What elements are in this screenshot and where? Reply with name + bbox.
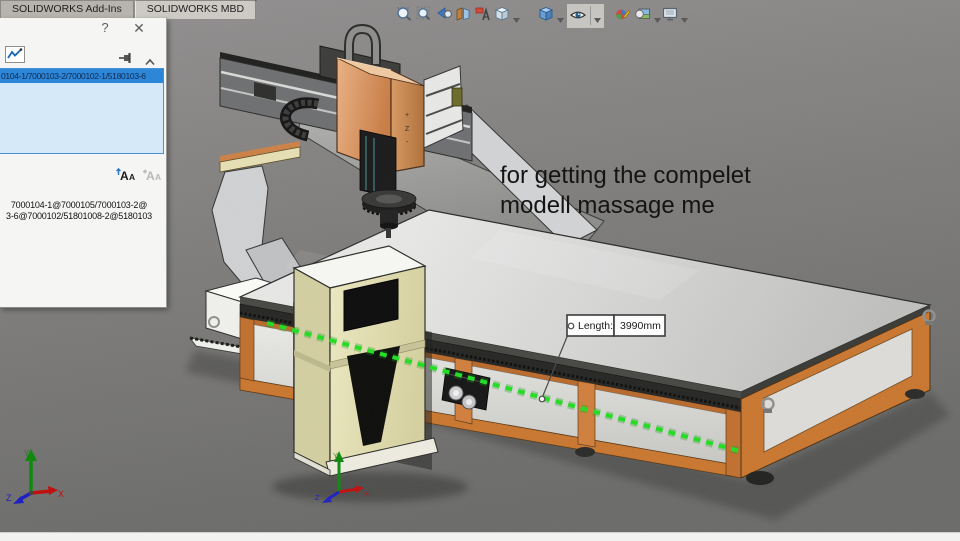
- svg-text:Length:: Length:: [578, 320, 613, 332]
- svg-text:Z: Z: [6, 493, 12, 503]
- zoom-to-area-button[interactable]: [415, 5, 435, 25]
- font-decrease-icon: A A: [140, 166, 162, 188]
- tab-solidworks-mbd[interactable]: SOLIDWORKS MBD: [134, 0, 257, 19]
- commandmanager-tabs: SOLIDWORKS Add-Ins SOLIDWORKS MBD: [0, 0, 257, 19]
- selection-list-item[interactable]: 0104-1/7000103-2/7000102-1/5180103-6: [0, 69, 163, 83]
- view-orientation-button[interactable]: [493, 5, 513, 25]
- annotation-views-button[interactable]: [474, 5, 494, 25]
- solidworks-window: + Z - Y X Z for getting the compelet mod…: [0, 0, 960, 541]
- help-button[interactable]: ?: [96, 20, 114, 35]
- svg-text:3990mm: 3990mm: [620, 320, 661, 332]
- hide-show-items-dropdown-icon[interactable]: [593, 12, 602, 23]
- svg-text:modell massage me: modell massage me: [500, 192, 715, 219]
- hide-show-items-button[interactable]: [569, 6, 589, 26]
- view-orientation-dropdown-icon[interactable]: [512, 12, 521, 23]
- svg-text:A: A: [146, 169, 155, 183]
- svg-text:for getting the compelet: for getting the compelet: [500, 162, 751, 189]
- display-style-dropdown-icon[interactable]: [556, 12, 565, 23]
- selection-listbox[interactable]: 0104-1/7000103-2/7000102-1/5180103-6: [0, 68, 164, 154]
- svg-text:A: A: [120, 169, 129, 183]
- svg-text:A: A: [129, 172, 135, 182]
- hide-show-items-group: [566, 3, 605, 29]
- apply-scene-button[interactable]: [634, 5, 654, 25]
- measure-results: 7000104-1@7000105/7000103-2@ 3-6@7000102…: [0, 200, 158, 222]
- previous-view-button[interactable]: [435, 5, 455, 25]
- svg-text:A: A: [155, 172, 161, 182]
- status-bar: [0, 532, 960, 541]
- zoom-to-fit-button[interactable]: [395, 5, 415, 25]
- measurement-history-icon[interactable]: [5, 46, 25, 68]
- tab-solidworks-addins[interactable]: SOLIDWORKS Add-Ins: [0, 0, 134, 19]
- close-button[interactable]: ✕: [130, 20, 148, 37]
- section-view-button[interactable]: [454, 5, 474, 25]
- view-settings-button[interactable]: [661, 5, 681, 25]
- measure-dialog: ? ✕ 0104-1/7000103-2/7000102-1/5180103-6…: [0, 18, 167, 308]
- view-settings-dropdown-icon[interactable]: [680, 12, 689, 23]
- measure-results-line2: 3-6@7000102/51801008-2@5180103: [6, 211, 152, 221]
- font-increase-icon[interactable]: A A: [114, 166, 136, 188]
- svg-text:Y: Y: [24, 449, 30, 458]
- svg-text:X: X: [58, 489, 64, 499]
- display-style-button[interactable]: [537, 5, 557, 25]
- edit-appearance-button[interactable]: [614, 5, 634, 25]
- measure-results-line1: 7000104-1@7000105/7000103-2@: [10, 200, 148, 210]
